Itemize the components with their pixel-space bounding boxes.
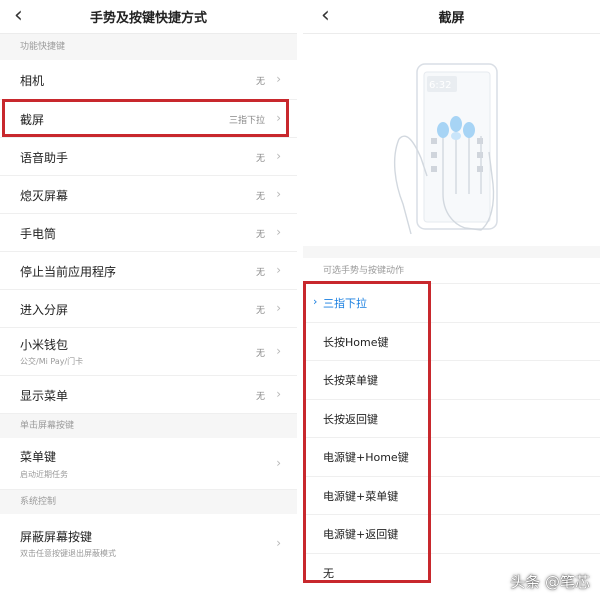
page-title: 手势及按键快捷方式 xyxy=(89,11,207,26)
chevron-right-icon: › xyxy=(276,111,281,125)
row-value: 无 xyxy=(255,77,265,87)
option-power-menu[interactable]: 电源键+菜单键 xyxy=(303,476,600,515)
illustration-clock: 6:32 xyxy=(429,80,451,91)
option-long-press-menu[interactable]: 长按菜单键 xyxy=(303,361,600,400)
settings-row-screen-off[interactable]: 熄灭屏幕 无 › xyxy=(0,176,297,214)
row-sublabel: 双击任意按键退出屏蔽模式 xyxy=(20,549,116,558)
chevron-right-icon: › xyxy=(276,187,281,201)
row-sublabel: 公交/Mi Pay/门卡 xyxy=(20,357,84,366)
top-bar: ‹ 手势及按键快捷方式 xyxy=(0,0,297,34)
row-label: 语音助手 xyxy=(20,151,69,165)
chevron-right-icon: › xyxy=(276,536,281,550)
chevron-right-icon: › xyxy=(276,301,281,315)
section-header-function-shortcuts: 功能快捷键 xyxy=(0,34,297,60)
row-value: 三指下拉 xyxy=(228,116,265,126)
section-header-system-control: 系统控制 xyxy=(0,490,297,514)
row-label: 显示菜单 xyxy=(20,389,69,403)
section-separator xyxy=(303,246,600,258)
settings-row-mi-wallet[interactable]: 小米钱包 公交/Mi Pay/门卡 无 › xyxy=(0,328,297,376)
page-title: 截屏 xyxy=(438,11,465,26)
settings-row-camera[interactable]: 相机 无 › xyxy=(0,60,297,100)
option-label: 电源键+返回键 xyxy=(323,528,399,541)
chevron-right-icon: › xyxy=(276,456,281,470)
chevron-right-icon: › xyxy=(276,72,281,86)
settings-row-show-menu[interactable]: 显示菜单 无 › xyxy=(0,376,297,414)
settings-row-menu-key[interactable]: 菜单键 启动近期任务 › xyxy=(0,438,297,490)
settings-row-flashlight[interactable]: 手电筒 无 › xyxy=(0,214,297,252)
option-label: 长按Home键 xyxy=(323,335,389,349)
option-power-back[interactable]: 电源键+返回键 xyxy=(303,515,600,554)
row-value: 无 xyxy=(255,154,265,164)
row-label: 菜单键 xyxy=(20,450,57,464)
option-label: 长按菜单键 xyxy=(323,374,378,387)
chevron-right-icon: › xyxy=(276,387,281,401)
row-value: 无 xyxy=(255,349,265,359)
row-label: 手电筒 xyxy=(20,227,57,241)
option-label: 电源键+Home键 xyxy=(323,451,409,464)
row-value: 无 xyxy=(255,192,265,202)
gesture-illustration: 6:32 xyxy=(303,34,600,246)
option-long-press-back[interactable]: 长按返回键 xyxy=(303,399,600,438)
option-label: 无 xyxy=(323,566,334,580)
chevron-right-icon: › xyxy=(276,149,281,163)
section-header-screen-keys: 单击屏幕按键 xyxy=(0,414,297,438)
options-header: 可选手势与按键动作 xyxy=(303,258,600,284)
screenshot-gesture-panel: ‹ 截屏 6:32 可选手势与按键动作 › 三指下拉 长按Home键 长按菜单键… xyxy=(303,0,600,600)
check-icon: › xyxy=(313,295,318,308)
row-label: 进入分屏 xyxy=(20,303,69,317)
settings-row-split-screen[interactable]: 进入分屏 无 › xyxy=(0,290,297,328)
row-label: 屏蔽屏幕按键 xyxy=(20,530,93,544)
watermark: 头条 @笔芯 xyxy=(510,573,590,591)
option-power-home[interactable]: 电源键+Home键 xyxy=(303,438,600,477)
option-label: 三指下拉 xyxy=(323,297,367,310)
row-sublabel: 启动近期任务 xyxy=(20,470,68,479)
row-value: 无 xyxy=(255,392,265,402)
settings-row-stop-app[interactable]: 停止当前应用程序 无 › xyxy=(0,252,297,290)
chevron-right-icon: › xyxy=(276,263,281,277)
row-label: 熄灭屏幕 xyxy=(20,189,69,203)
option-long-press-home[interactable]: 长按Home键 xyxy=(303,322,600,361)
option-label: 电源键+菜单键 xyxy=(323,489,399,503)
option-three-finger-swipe[interactable]: › 三指下拉 xyxy=(303,284,600,323)
row-value: 无 xyxy=(255,306,265,316)
settings-row-block-screen-keys[interactable]: 屏蔽屏幕按键 双击任意按键退出屏蔽模式 › xyxy=(0,514,297,574)
hand-phone-illustration: 6:32 xyxy=(394,63,498,235)
option-label: 长按返回键 xyxy=(323,412,378,426)
settings-shortcuts-panel: ‹ 手势及按键快捷方式 功能快捷键 相机 无 › 截屏 三指下拉 › 语音助手 … xyxy=(0,0,297,600)
row-label: 小米钱包 xyxy=(20,338,69,352)
top-bar: ‹ 截屏 xyxy=(303,0,600,34)
row-value: 无 xyxy=(255,268,265,278)
settings-row-voice-assistant[interactable]: 语音助手 无 › xyxy=(0,138,297,176)
row-label: 停止当前应用程序 xyxy=(20,265,117,279)
row-label: 截屏 xyxy=(20,113,45,127)
row-label: 相机 xyxy=(20,74,45,88)
chevron-right-icon: › xyxy=(276,225,281,239)
chevron-right-icon: › xyxy=(276,344,281,358)
settings-row-screenshot[interactable]: 截屏 三指下拉 › xyxy=(0,100,297,138)
row-value: 无 xyxy=(255,230,265,240)
